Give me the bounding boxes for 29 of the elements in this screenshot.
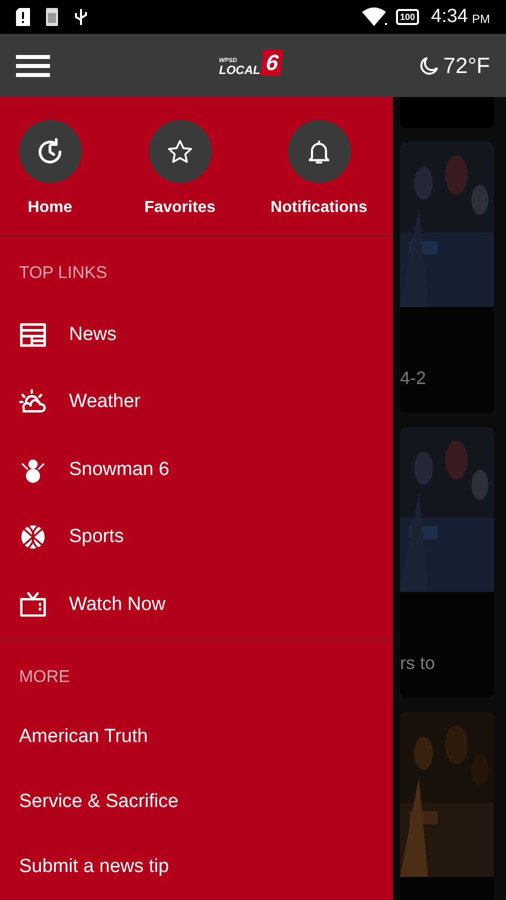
- battery-icon: 100: [396, 9, 420, 25]
- section-header: TOP LINKS: [19, 262, 108, 284]
- clock-ampm: PM: [472, 11, 490, 28]
- card-headline: 4-2: [400, 367, 428, 390]
- section-header: MORE: [19, 666, 71, 688]
- drawer-item[interactable]: American Truth: [0, 705, 393, 770]
- drawer-item[interactable]: Sports: [0, 504, 393, 571]
- drawer-item[interactable]: Service & Sacrifice: [0, 770, 393, 835]
- wifi-icon: [362, 7, 388, 27]
- drawer-item[interactable]: News: [0, 301, 393, 368]
- sim-alert-icon: [16, 8, 30, 26]
- clock-time: 4:34: [431, 4, 468, 29]
- drawer-item[interactable]: Watch Now: [0, 571, 393, 638]
- tv-icon: [19, 590, 47, 619]
- drawer-item[interactable]: Snowman 6: [0, 436, 393, 504]
- temperature: 72°F: [443, 52, 490, 80]
- quick-action-button[interactable]: Home: [0, 120, 100, 234]
- newspaper-icon: [19, 320, 47, 349]
- star-icon: [166, 138, 194, 166]
- quick-action-button[interactable]: Favorites: [100, 120, 260, 234]
- drawer-item[interactable]: Weather: [0, 368, 393, 436]
- menu-button[interactable]: [16, 54, 50, 76]
- sd-card-icon: [46, 8, 58, 26]
- quick-action-button[interactable]: Notifications: [260, 120, 378, 234]
- drawer-item[interactable]: Submit a news tip: [0, 835, 393, 900]
- moon-icon: [419, 56, 440, 76]
- card-headline: rs to: [400, 652, 436, 675]
- basketball-icon: [19, 523, 47, 552]
- usb-icon: [74, 7, 88, 27]
